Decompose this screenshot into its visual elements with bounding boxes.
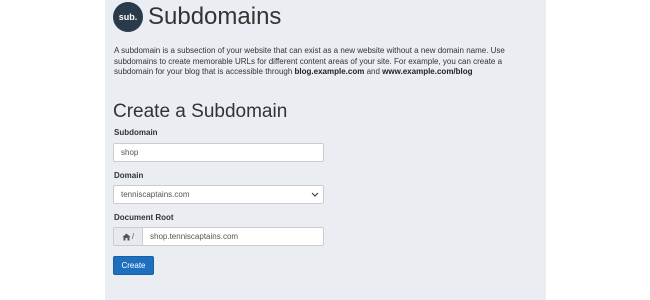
document-root-prefix-text: / [131, 232, 135, 241]
example-blog-path: www.example.com/blog [382, 67, 473, 76]
logo-text: sub. [118, 12, 138, 22]
document-root-input[interactable]: shop.tenniscaptains.com [142, 227, 324, 246]
description-and: and [364, 67, 383, 76]
domain-select-value: tenniscaptains.com [121, 190, 190, 199]
example-blog-subdomain: blog.example.com [294, 67, 365, 76]
domain-label: Domain [114, 171, 144, 180]
document-root-label: Document Root [114, 213, 174, 222]
subdomains-logo: sub. [113, 2, 143, 32]
subdomain-label: Subdomain [114, 128, 158, 137]
create-button[interactable]: Create [113, 256, 154, 275]
chevron-down-icon [311, 192, 319, 197]
section-title: Create a Subdomain [113, 101, 288, 122]
document-root-prefix: / [113, 227, 142, 246]
page-description: A subdomain is a subsection of your webs… [114, 46, 542, 78]
subdomain-input[interactable]: shop [113, 143, 324, 162]
subdomain-input-value: shop [121, 148, 139, 157]
page-title: Subdomains [148, 3, 282, 30]
domain-select[interactable]: tenniscaptains.com [113, 185, 324, 204]
create-button-label: Create [121, 261, 146, 270]
document-root-input-value: shop.tenniscaptains.com [150, 232, 239, 241]
home-icon [122, 233, 131, 240]
